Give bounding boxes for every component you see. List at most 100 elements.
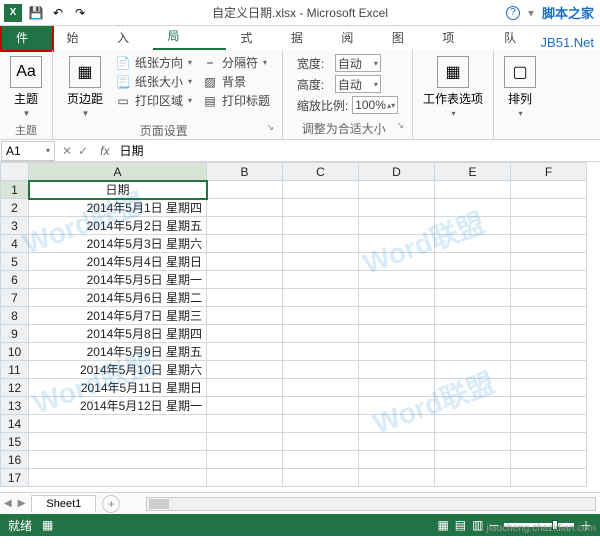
scale-spinner[interactable]: 100%▴▾ — [352, 96, 398, 114]
cell[interactable] — [207, 181, 283, 199]
cell[interactable] — [359, 217, 435, 235]
horizontal-scrollbar[interactable] — [146, 497, 596, 511]
undo-icon[interactable]: ↶ — [50, 5, 66, 21]
cell[interactable] — [511, 181, 587, 199]
cell[interactable] — [511, 325, 587, 343]
cell[interactable] — [359, 379, 435, 397]
cell[interactable] — [283, 433, 359, 451]
cell[interactable] — [283, 289, 359, 307]
cell[interactable] — [511, 397, 587, 415]
cell[interactable] — [283, 379, 359, 397]
cell[interactable] — [359, 433, 435, 451]
cell[interactable] — [511, 307, 587, 325]
col-header[interactable]: B — [207, 163, 283, 181]
cell[interactable] — [207, 253, 283, 271]
enter-icon[interactable]: ✓ — [78, 144, 88, 158]
cell[interactable] — [435, 415, 511, 433]
cell[interactable] — [207, 289, 283, 307]
cell[interactable]: 日期 — [29, 181, 207, 199]
themes-button[interactable]: Aa 主题 ▼ — [8, 54, 44, 120]
cell[interactable] — [207, 415, 283, 433]
row-header[interactable]: 2 — [1, 199, 29, 217]
cell[interactable] — [435, 235, 511, 253]
cell[interactable] — [359, 415, 435, 433]
cell[interactable] — [207, 199, 283, 217]
cell[interactable] — [283, 451, 359, 469]
view-pagelayout-icon[interactable]: ▤ — [455, 518, 466, 532]
width-combo[interactable]: 自动▾ — [335, 54, 381, 72]
redo-icon[interactable]: ↷ — [72, 5, 88, 21]
margins-button[interactable]: ▦ 页边距 ▼ — [65, 54, 105, 120]
cell[interactable] — [359, 361, 435, 379]
row-header[interactable]: 11 — [1, 361, 29, 379]
cell[interactable]: 2014年5月11日 星期日 — [29, 379, 207, 397]
cell[interactable] — [29, 433, 207, 451]
cell[interactable] — [435, 199, 511, 217]
cell[interactable] — [29, 451, 207, 469]
cell[interactable]: 2014年5月2日 星期五 — [29, 217, 207, 235]
cell[interactable] — [435, 379, 511, 397]
cell[interactable] — [435, 289, 511, 307]
cell[interactable] — [511, 433, 587, 451]
cell[interactable] — [207, 343, 283, 361]
save-icon[interactable]: 💾 — [28, 5, 44, 21]
cell[interactable] — [435, 181, 511, 199]
fx-icon[interactable]: fx — [94, 144, 115, 158]
cancel-icon[interactable]: ✕ — [62, 144, 72, 158]
cell[interactable]: 2014年5月9日 星期五 — [29, 343, 207, 361]
cell[interactable] — [207, 235, 283, 253]
print-titles-button[interactable]: ▤打印标题 — [202, 92, 270, 109]
cell[interactable] — [511, 451, 587, 469]
cell[interactable] — [283, 253, 359, 271]
cell[interactable]: 2014年5月8日 星期四 — [29, 325, 207, 343]
cell[interactable] — [207, 469, 283, 487]
cell[interactable] — [511, 343, 587, 361]
cell[interactable] — [435, 343, 511, 361]
row-header[interactable]: 17 — [1, 469, 29, 487]
cell[interactable] — [511, 199, 587, 217]
sheet-tab[interactable]: Sheet1 — [31, 495, 96, 512]
col-header[interactable]: A — [29, 163, 207, 181]
cell[interactable] — [511, 469, 587, 487]
cell[interactable] — [283, 199, 359, 217]
cell[interactable] — [511, 379, 587, 397]
cell[interactable] — [283, 235, 359, 253]
row-header[interactable]: 15 — [1, 433, 29, 451]
breaks-button[interactable]: ⎯分隔符▾ — [202, 54, 270, 71]
print-area-button[interactable]: ▭打印区域▾ — [115, 92, 192, 109]
height-combo[interactable]: 自动▾ — [335, 75, 381, 93]
view-pagebreak-icon[interactable]: ▥ — [472, 518, 483, 532]
row-header[interactable]: 12 — [1, 379, 29, 397]
cell[interactable] — [511, 217, 587, 235]
cell[interactable]: 2014年5月5日 星期一 — [29, 271, 207, 289]
ribbon-toggle-icon[interactable]: ▾ — [528, 6, 534, 20]
cell[interactable]: 2014年5月3日 星期六 — [29, 235, 207, 253]
cell[interactable] — [435, 217, 511, 235]
row-header[interactable]: 14 — [1, 415, 29, 433]
cell[interactable] — [207, 397, 283, 415]
pagesetup-launcher-icon[interactable]: ↘ — [266, 122, 274, 133]
col-header[interactable]: D — [359, 163, 435, 181]
row-header[interactable]: 5 — [1, 253, 29, 271]
cell[interactable] — [511, 361, 587, 379]
cell[interactable] — [511, 271, 587, 289]
cell[interactable] — [359, 469, 435, 487]
cell[interactable] — [511, 289, 587, 307]
cell[interactable] — [359, 307, 435, 325]
row-header[interactable]: 1 — [1, 181, 29, 199]
col-header[interactable]: C — [283, 163, 359, 181]
cell[interactable] — [283, 181, 359, 199]
cell[interactable] — [283, 343, 359, 361]
cell[interactable] — [435, 451, 511, 469]
worksheet-grid[interactable]: ABCDEF1日期22014年5月1日 星期四32014年5月2日 星期五420… — [0, 162, 600, 492]
orientation-button[interactable]: 📄纸张方向▾ — [115, 54, 192, 71]
cell[interactable] — [511, 235, 587, 253]
cell[interactable] — [435, 361, 511, 379]
cell[interactable] — [435, 307, 511, 325]
name-box[interactable]: A1▾ — [1, 141, 55, 161]
cell[interactable] — [207, 433, 283, 451]
cell[interactable] — [207, 325, 283, 343]
cell[interactable] — [435, 325, 511, 343]
row-header[interactable]: 4 — [1, 235, 29, 253]
cell[interactable] — [435, 469, 511, 487]
